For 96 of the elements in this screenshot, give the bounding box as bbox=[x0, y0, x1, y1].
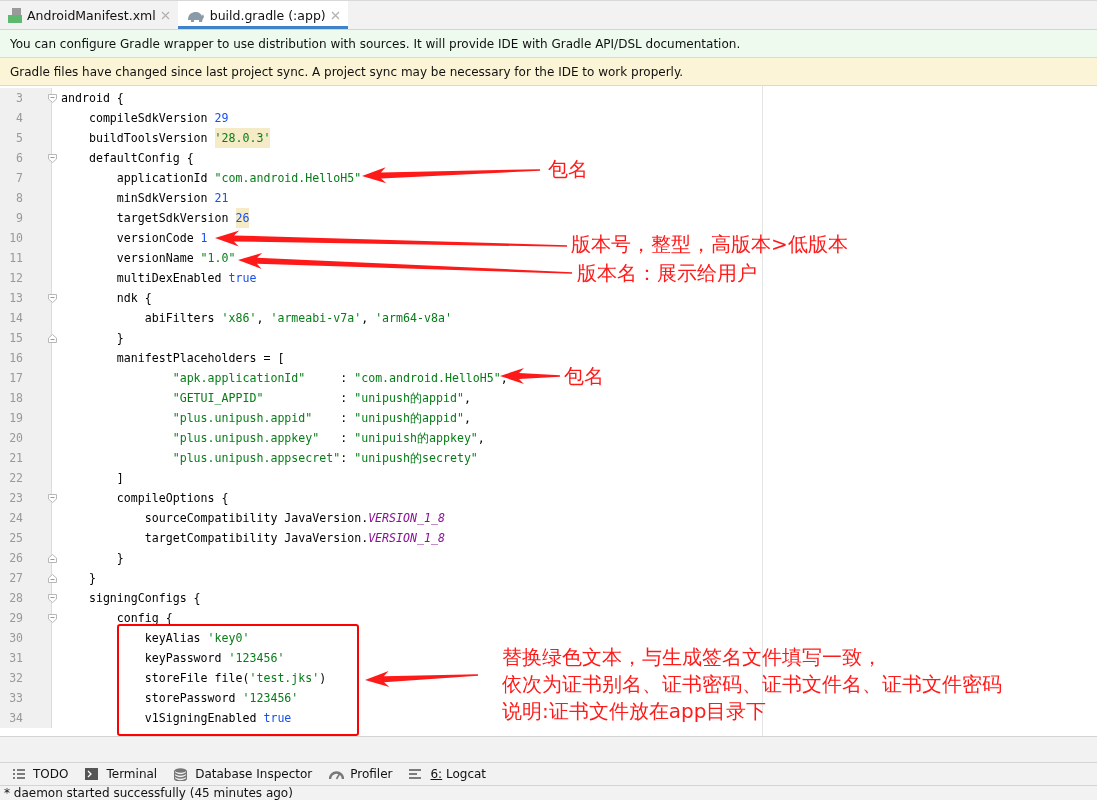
code-line: storeFile file('test.jks') bbox=[143, 670, 327, 687]
terminal-icon bbox=[85, 767, 101, 781]
annotation-note: 版本名：展示给用户 bbox=[577, 260, 757, 286]
fold-marker-icon[interactable] bbox=[48, 493, 57, 503]
code-line: v1SigningEnabled true bbox=[143, 710, 292, 727]
line-number: 23 bbox=[0, 488, 52, 508]
fold-marker-icon[interactable] bbox=[48, 93, 57, 103]
line-number: 11 bbox=[0, 248, 52, 268]
code-line: storePassword '123456' bbox=[143, 690, 299, 707]
close-icon bbox=[160, 10, 170, 20]
line-number: 34 bbox=[0, 708, 52, 728]
code-line: } bbox=[115, 330, 124, 347]
fold-marker-icon[interactable] bbox=[48, 333, 57, 343]
line-number: 28 bbox=[0, 588, 52, 608]
line-number: 15 bbox=[0, 328, 52, 348]
tool-window-button[interactable]: TODO bbox=[10, 767, 71, 781]
line-number: 19 bbox=[0, 408, 52, 428]
line-number: 31 bbox=[0, 648, 52, 668]
line-number: 14 bbox=[0, 308, 52, 328]
line-number: 33 bbox=[0, 688, 52, 708]
code-line: "plus.unipush.appkey" : "unipuish的appkey", bbox=[171, 430, 485, 447]
annotation-note: 依次为证书别名、证书密码、证书文件名、证书文件密码 bbox=[502, 671, 1002, 697]
line-number: 16 bbox=[0, 348, 52, 368]
line-number: 8 bbox=[0, 188, 52, 208]
status-message: * daemon started successfully (45 minutes ago) bbox=[4, 786, 293, 800]
annotation-note: 版本号，整型，高版本>低版本 bbox=[571, 231, 848, 257]
code-line: android { bbox=[61, 90, 124, 107]
line-number: 21 bbox=[0, 448, 52, 468]
line-number: 22 bbox=[0, 468, 52, 488]
code-line: versionCode 1 bbox=[115, 230, 208, 247]
line-number: 13 bbox=[0, 288, 52, 308]
line-number: 12 bbox=[0, 268, 52, 288]
editor-tab[interactable]: AndroidManifest.xml bbox=[0, 1, 178, 29]
fold-marker-icon[interactable] bbox=[48, 553, 57, 563]
line-number: 25 bbox=[0, 528, 52, 548]
code-line: "apk.applicationId" : "com.android.HelloH5", bbox=[171, 370, 508, 387]
line-number: 24 bbox=[0, 508, 52, 528]
fold-marker-icon[interactable] bbox=[48, 573, 57, 583]
tool-window-button[interactable]: Database Inspector bbox=[172, 767, 315, 781]
annotation-note: 替换绿色文本，与生成签名文件填写一致， bbox=[502, 644, 882, 670]
tool-window-button[interactable]: Profiler bbox=[327, 767, 395, 781]
fold-marker-icon[interactable] bbox=[48, 593, 57, 603]
line-number: 26 bbox=[0, 548, 52, 568]
line-number: 10 bbox=[0, 228, 52, 248]
line-number: 7 bbox=[0, 168, 52, 188]
code-line: ] bbox=[115, 470, 124, 487]
fold-marker-icon[interactable] bbox=[48, 153, 57, 163]
line-number: 5 bbox=[0, 128, 52, 148]
tool-window-button[interactable]: 6: Logcat bbox=[407, 767, 489, 781]
line-number: 6 bbox=[0, 148, 52, 168]
code-line: compileSdkVersion 29 bbox=[87, 110, 229, 127]
code-line: targetSdkVersion 26 bbox=[61, 208, 250, 228]
code-line: compileOptions { bbox=[115, 490, 229, 507]
code-line: versionName "1.0" bbox=[115, 250, 236, 267]
code-line: minSdkVersion 21 bbox=[115, 190, 229, 207]
tool-window-button[interactable]: Terminal bbox=[83, 767, 160, 781]
code-line: buildToolsVersion '28.0.3' bbox=[61, 128, 271, 148]
code-line: ndk { bbox=[115, 290, 152, 307]
code-line: defaultConfig { bbox=[87, 150, 194, 167]
list-icon bbox=[12, 767, 27, 781]
line-number: 4 bbox=[0, 108, 52, 128]
code-line: manifestPlaceholders = [ bbox=[115, 350, 285, 367]
annotation-arrow bbox=[500, 368, 560, 384]
line-number: 30 bbox=[0, 628, 52, 648]
code-line: applicationId "com.android.HelloH5" bbox=[115, 170, 362, 187]
code-line: keyAlias 'key0' bbox=[143, 630, 250, 647]
code-line: abiFilters 'x86', 'armeabi-v7a', 'arm64-v8a' bbox=[143, 310, 452, 327]
annotation-note: 包名 bbox=[548, 156, 588, 182]
line-number: 18 bbox=[0, 388, 52, 408]
manifest-file-icon bbox=[8, 7, 22, 23]
code-line: "plus.unipush.appid" : "unipush的appid", bbox=[171, 410, 471, 427]
line-number: 29 bbox=[0, 608, 52, 628]
line-number: 20 bbox=[0, 428, 52, 448]
code-line: multiDexEnabled true bbox=[115, 270, 257, 287]
fold-marker-icon[interactable] bbox=[48, 293, 57, 303]
annotation-note: 说明:证书文件放在app目录下 bbox=[502, 698, 767, 724]
annotation-note: 包名 bbox=[564, 363, 604, 389]
database-icon bbox=[174, 767, 190, 781]
notification-banner: You can configure Gradle wrapper to use distribution with sources. It will provide IDE with Gradle API/DSL documentation. bbox=[0, 30, 1097, 58]
code-line: "plus.unipush.appsecret": "unipush的secrety" bbox=[171, 450, 478, 467]
line-number: 32 bbox=[0, 668, 52, 688]
line-number: 9 bbox=[0, 208, 52, 228]
editor-tab[interactable]: build.gradle (:app) bbox=[177, 1, 348, 29]
close-icon bbox=[330, 10, 340, 20]
fold-marker-icon[interactable] bbox=[48, 613, 57, 623]
notification-banner: Gradle files have changed since last project sync. A project sync may be necessary for the IDE to work properly. bbox=[0, 58, 1097, 86]
code-line: signingConfigs { bbox=[87, 590, 201, 607]
code-line: keyPassword '123456' bbox=[143, 650, 285, 667]
code-line: } bbox=[115, 550, 124, 567]
line-number: 27 bbox=[0, 568, 52, 588]
code-line: sourceCompatibility JavaVersion.VERSION_1_8 bbox=[143, 510, 445, 527]
code-line: "GETUI_APPID" : "unipush的appid", bbox=[171, 390, 471, 407]
code-line: targetCompatibility JavaVersion.VERSION_1_8 bbox=[143, 530, 445, 547]
line-number: 3 bbox=[0, 88, 52, 108]
line-number: 17 bbox=[0, 368, 52, 388]
code-line: } bbox=[87, 570, 96, 587]
